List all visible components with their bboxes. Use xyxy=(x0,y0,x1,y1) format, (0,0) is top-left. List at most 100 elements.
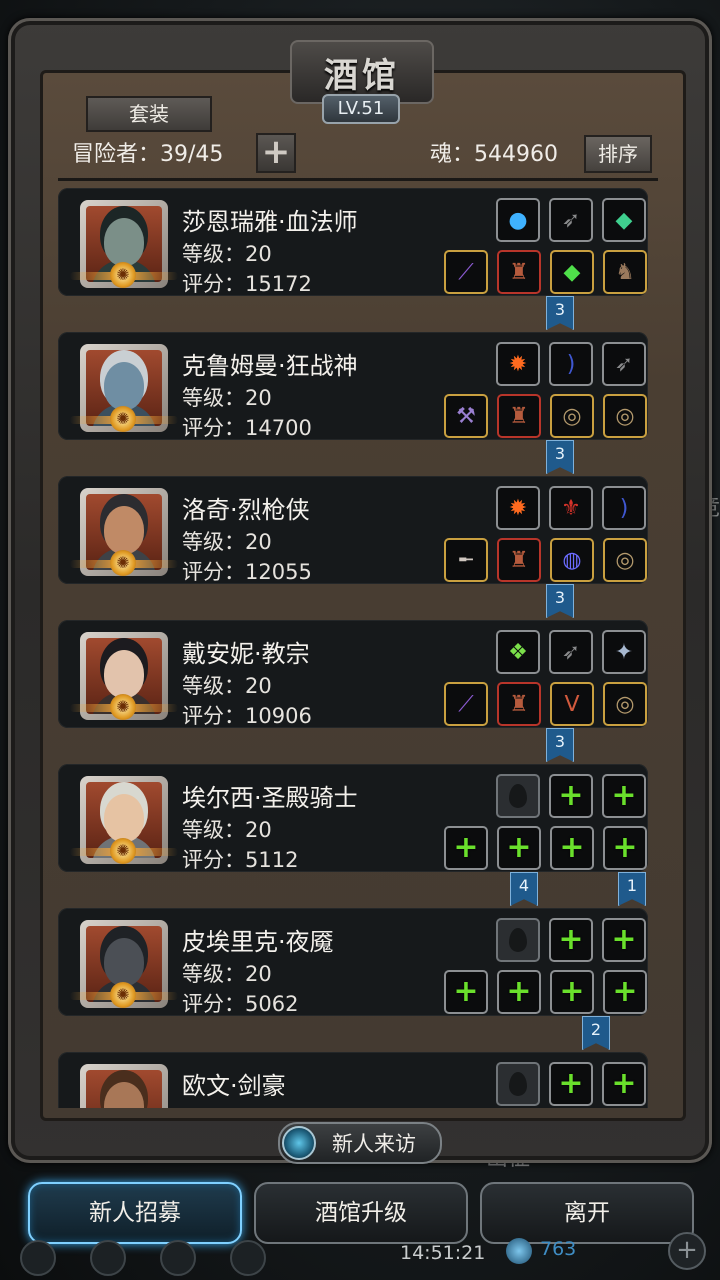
drop-icon xyxy=(509,784,527,808)
hero-name: 埃尔西·圣殿骑士 xyxy=(182,784,358,812)
equip-slot[interactable]: ◆ xyxy=(550,250,594,294)
equip-slot[interactable]: ❖ xyxy=(496,630,540,674)
hero-level: 等级：20 xyxy=(182,386,272,410)
link-count-flag: 2 xyxy=(582,1016,610,1050)
plus-icon: + xyxy=(506,974,532,1009)
hero-card[interactable]: ✺ 洛奇·烈枪侠 等级：20 评分：12055 ✹ ⚜) ╾ ♜ ◍ ◎ xyxy=(58,476,648,584)
rank-emblem-icon: ✺ xyxy=(110,982,136,1008)
equip-slot[interactable]: ◍ xyxy=(550,538,594,582)
empty-equip-slot[interactable]: + xyxy=(603,970,647,1014)
adventurer-count: 冒险者：39/45 xyxy=(72,142,224,167)
hero-card[interactable]: ✺ 莎恩瑞雅·血法师 等级：20 评分：15172 ● ➶ ◆ ⟋ ♜ ◆ ♞ xyxy=(58,188,648,296)
hero-level: 等级：20 xyxy=(182,242,272,266)
add-capacity-button[interactable]: + xyxy=(256,133,296,173)
hero-name: 克鲁姆曼·狂战神 xyxy=(182,352,358,380)
equip-slot[interactable]: ) xyxy=(602,486,646,530)
equip-slot[interactable]: ◎ xyxy=(603,682,647,726)
empty-equip-slot[interactable]: + xyxy=(497,826,541,870)
portrait-head xyxy=(104,650,144,698)
bow-icon: ) xyxy=(619,495,629,521)
rank-emblem-icon: ✺ xyxy=(110,550,136,576)
sort-button[interactable]: 排序 xyxy=(584,135,652,173)
link-count-flag: 1 xyxy=(618,872,646,906)
equip-slot[interactable]: ◎ xyxy=(603,394,647,438)
equip-slot[interactable]: ● xyxy=(496,198,540,242)
equip-slot[interactable]: ➶ xyxy=(602,342,646,386)
empty-equip-slot[interactable]: + xyxy=(549,1062,593,1106)
tavern-upgrade-button[interactable]: 酒馆升级 xyxy=(254,1182,468,1244)
equip-slot[interactable]: ✦ xyxy=(602,630,646,674)
locked-slot[interactable] xyxy=(496,918,540,962)
hero-card[interactable]: ✺欧文·剑豪++ xyxy=(58,1052,648,1108)
leave-button[interactable]: 离开 xyxy=(480,1182,694,1244)
empty-equip-slot[interactable]: + xyxy=(602,918,646,962)
ring-icon: ◎ xyxy=(615,403,635,429)
equip-slot[interactable]: ♜ xyxy=(497,682,541,726)
hero-list[interactable]: ✺ 莎恩瑞雅·血法师 等级：20 评分：15172 ● ➶ ◆ ⟋ ♜ ◆ ♞ 3 ✺ 克鲁姆曼·狂战神等… xyxy=(58,186,648,1108)
page-title: 酒馆 xyxy=(324,55,400,96)
equip-slot[interactable]: ➶ xyxy=(549,198,593,242)
necklace-icon: ᐯ xyxy=(564,691,580,717)
empty-equip-slot[interactable]: + xyxy=(602,774,646,818)
menu-icon xyxy=(230,1240,266,1276)
equip-slot[interactable]: ⚒ xyxy=(444,394,488,438)
plus-icon: + xyxy=(453,830,479,865)
portrait-head xyxy=(104,506,144,554)
equip-slot[interactable]: ) xyxy=(549,342,593,386)
equip-slot[interactable]: ◎ xyxy=(603,538,647,582)
hero-card[interactable]: ✺ 埃尔西·圣殿骑士 等级：20 评分：5112 + + + + + + xyxy=(58,764,648,872)
empty-equip-slot[interactable]: + xyxy=(549,918,593,962)
equip-slot[interactable]: ♜ xyxy=(497,394,541,438)
hero-portrait xyxy=(86,1070,162,1108)
equip-slot[interactable]: ✹ xyxy=(496,486,540,530)
empty-equip-slot[interactable]: + xyxy=(444,970,488,1014)
plus-icon: + xyxy=(612,974,638,1009)
rank-emblem-icon: ✺ xyxy=(110,838,136,864)
equip-slot[interactable]: ♜ xyxy=(497,538,541,582)
feather-icon: ➶ xyxy=(561,207,581,233)
hero-level: 等级：20 xyxy=(182,818,272,842)
empty-equip-slot[interactable]: + xyxy=(549,774,593,818)
plus-icon: + xyxy=(611,1066,637,1101)
portrait-head xyxy=(104,1082,144,1108)
new-visitor-button[interactable]: 新人来访 xyxy=(278,1122,442,1164)
locked-slot[interactable] xyxy=(496,1062,540,1106)
equip-slot[interactable]: ᐯ xyxy=(550,682,594,726)
clock: 14:51:21 xyxy=(400,1242,486,1264)
equip-slot[interactable]: ♜ xyxy=(497,250,541,294)
feather-icon: ➶ xyxy=(614,351,634,377)
equip-slot[interactable]: ✹ xyxy=(496,342,540,386)
empty-equip-slot[interactable]: + xyxy=(602,1062,646,1106)
hero-card[interactable]: ✺ 皮埃里克·夜魇 等级：20 评分：5062 + + + + + + xyxy=(58,908,648,1016)
plus-icon: + xyxy=(558,778,584,813)
suit-button[interactable]: 套装 xyxy=(86,96,212,132)
staff-icon: ⟋ xyxy=(458,691,474,717)
equip-slot[interactable]: ➶ xyxy=(549,630,593,674)
gem-icon: ◆ xyxy=(615,207,633,233)
background-menu-icons xyxy=(20,1240,280,1276)
hero-name: 洛奇·烈枪侠 xyxy=(182,496,310,524)
link-count-flag: 3 xyxy=(546,440,574,474)
hero-name: 莎恩瑞雅·血法师 xyxy=(182,208,358,236)
empty-equip-slot[interactable]: + xyxy=(550,826,594,870)
empty-equip-slot[interactable]: + xyxy=(603,826,647,870)
empty-equip-slot[interactable]: + xyxy=(444,826,488,870)
compass-icon xyxy=(282,1126,316,1160)
equip-slot[interactable]: ╾ xyxy=(444,538,488,582)
diamond-icon xyxy=(506,1238,532,1264)
equip-slot[interactable]: ◎ xyxy=(550,394,594,438)
menu-icon xyxy=(20,1240,56,1276)
recruit-button[interactable]: 新人招募 xyxy=(28,1182,242,1244)
empty-equip-slot[interactable]: + xyxy=(497,970,541,1014)
equip-slot[interactable]: ⚜ xyxy=(549,486,593,530)
rank-emblem-icon: ✺ xyxy=(110,262,136,288)
hero-card[interactable]: ✺ 克鲁姆曼·狂战神 等级：20 评分：14700 ✹) ➶ ⚒ ♜ ◎ ◎ xyxy=(58,332,648,440)
equip-slot[interactable]: ⟋ xyxy=(444,682,488,726)
empty-equip-slot[interactable]: + xyxy=(550,970,594,1014)
hero-card[interactable]: ✺ 戴安妮·教宗 等级：20 评分：10906 ❖ ➶ ✦ ⟋ ♜ ᐯ ◎ xyxy=(58,620,648,728)
drop-icon xyxy=(509,928,527,952)
equip-slot[interactable]: ♞ xyxy=(603,250,647,294)
equip-slot[interactable]: ⟋ xyxy=(444,250,488,294)
equip-slot[interactable]: ◆ xyxy=(602,198,646,242)
locked-slot[interactable] xyxy=(496,774,540,818)
